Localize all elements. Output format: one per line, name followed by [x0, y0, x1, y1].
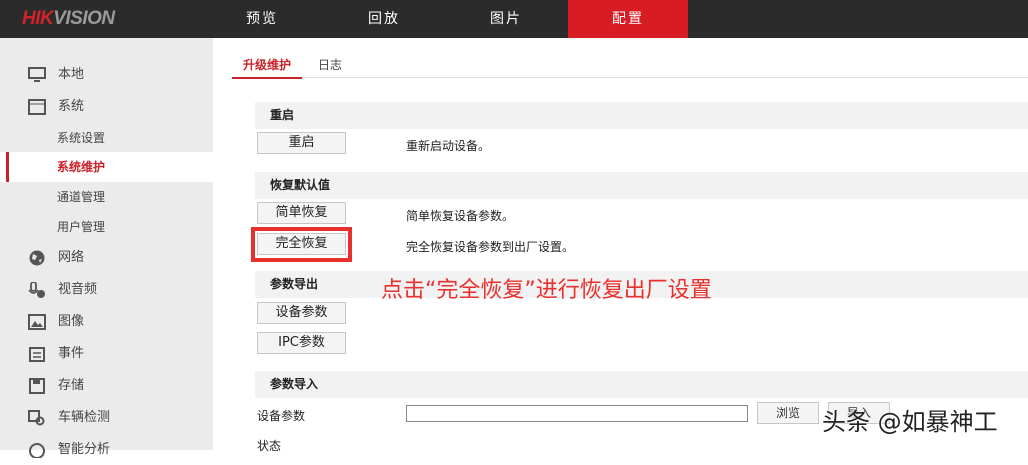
- floppy-icon: [29, 378, 45, 394]
- monitor-icon: [28, 67, 46, 82]
- tab-log[interactable]: 日志: [318, 56, 342, 73]
- tab-bar: 升级维护 日志: [232, 54, 1028, 79]
- globe-icon: [29, 250, 45, 266]
- reboot-desc: 重新启动设备。: [406, 139, 491, 153]
- section-import-title: 参数导入: [255, 371, 1028, 398]
- sidebar-item-system-settings[interactable]: 系统设置: [0, 123, 213, 153]
- sidebar-item-audio-video[interactable]: 视音频: [0, 275, 213, 305]
- simple-restore-desc: 简单恢复设备参数。: [406, 209, 515, 223]
- nav-picture[interactable]: 图片: [446, 0, 566, 38]
- section-restore-title: 恢复默认值: [255, 172, 1028, 199]
- vehicle-search-icon: [28, 410, 45, 426]
- sidebar-item-network[interactable]: 网络: [0, 243, 213, 273]
- watermark: 头条 @如暴神工: [822, 408, 998, 436]
- image-icon: [28, 314, 46, 330]
- highlight-box: [251, 227, 352, 262]
- hikvision-logo: HIKVISION: [22, 8, 115, 29]
- export-ipc-params-button[interactable]: IPC参数: [257, 332, 346, 354]
- tab-upgrade-maintenance[interactable]: 升级维护: [232, 56, 302, 79]
- sidebar-item-channel-management[interactable]: 通道管理: [0, 182, 213, 212]
- sidebar-item-vehicle-detection[interactable]: 车辆检测: [0, 403, 213, 433]
- annotation-text: 点击“完全恢复”进行恢复出厂设置: [381, 278, 712, 303]
- simple-restore-button[interactable]: 简单恢复: [257, 202, 346, 224]
- calendar-icon: [29, 347, 45, 362]
- analysis-icon: [29, 443, 45, 458]
- sidebar: 本地 系统 系统设置 系统维护 通道管理 用户管理 网络 视音频 图像 事件 存…: [0, 38, 213, 458]
- import-file-input[interactable]: [406, 405, 748, 422]
- sidebar-item-system-maintenance[interactable]: 系统维护: [0, 152, 213, 182]
- sidebar-item-system[interactable]: 系统: [0, 92, 213, 122]
- export-device-params-button[interactable]: 设备参数: [257, 302, 346, 324]
- sidebar-item-user-management[interactable]: 用户管理: [0, 212, 213, 242]
- full-restore-desc: 完全恢复设备参数到出厂设置。: [406, 240, 575, 254]
- section-reboot-title: 重启: [255, 102, 1028, 129]
- nav-playback[interactable]: 回放: [324, 0, 444, 38]
- sidebar-item-image[interactable]: 图像: [0, 307, 213, 337]
- top-bar: HIKVISION 预览 回放 图片 配置: [0, 0, 1028, 38]
- status-label: 状态: [257, 439, 282, 453]
- nav-preview[interactable]: 预览: [202, 0, 322, 38]
- sidebar-item-event[interactable]: 事件: [0, 339, 213, 369]
- nav-configuration[interactable]: 配置: [568, 0, 688, 38]
- window-icon: [28, 99, 46, 115]
- reboot-button[interactable]: 重启: [257, 132, 346, 154]
- browse-button[interactable]: 浏览: [757, 402, 819, 424]
- import-device-params-label: 设备参数: [257, 409, 306, 423]
- sidebar-item-smart-analysis[interactable]: 智能分析: [0, 435, 213, 465]
- microphone-icon: [28, 282, 45, 298]
- sidebar-item-local[interactable]: 本地: [0, 60, 213, 90]
- sidebar-item-storage[interactable]: 存储: [0, 371, 213, 401]
